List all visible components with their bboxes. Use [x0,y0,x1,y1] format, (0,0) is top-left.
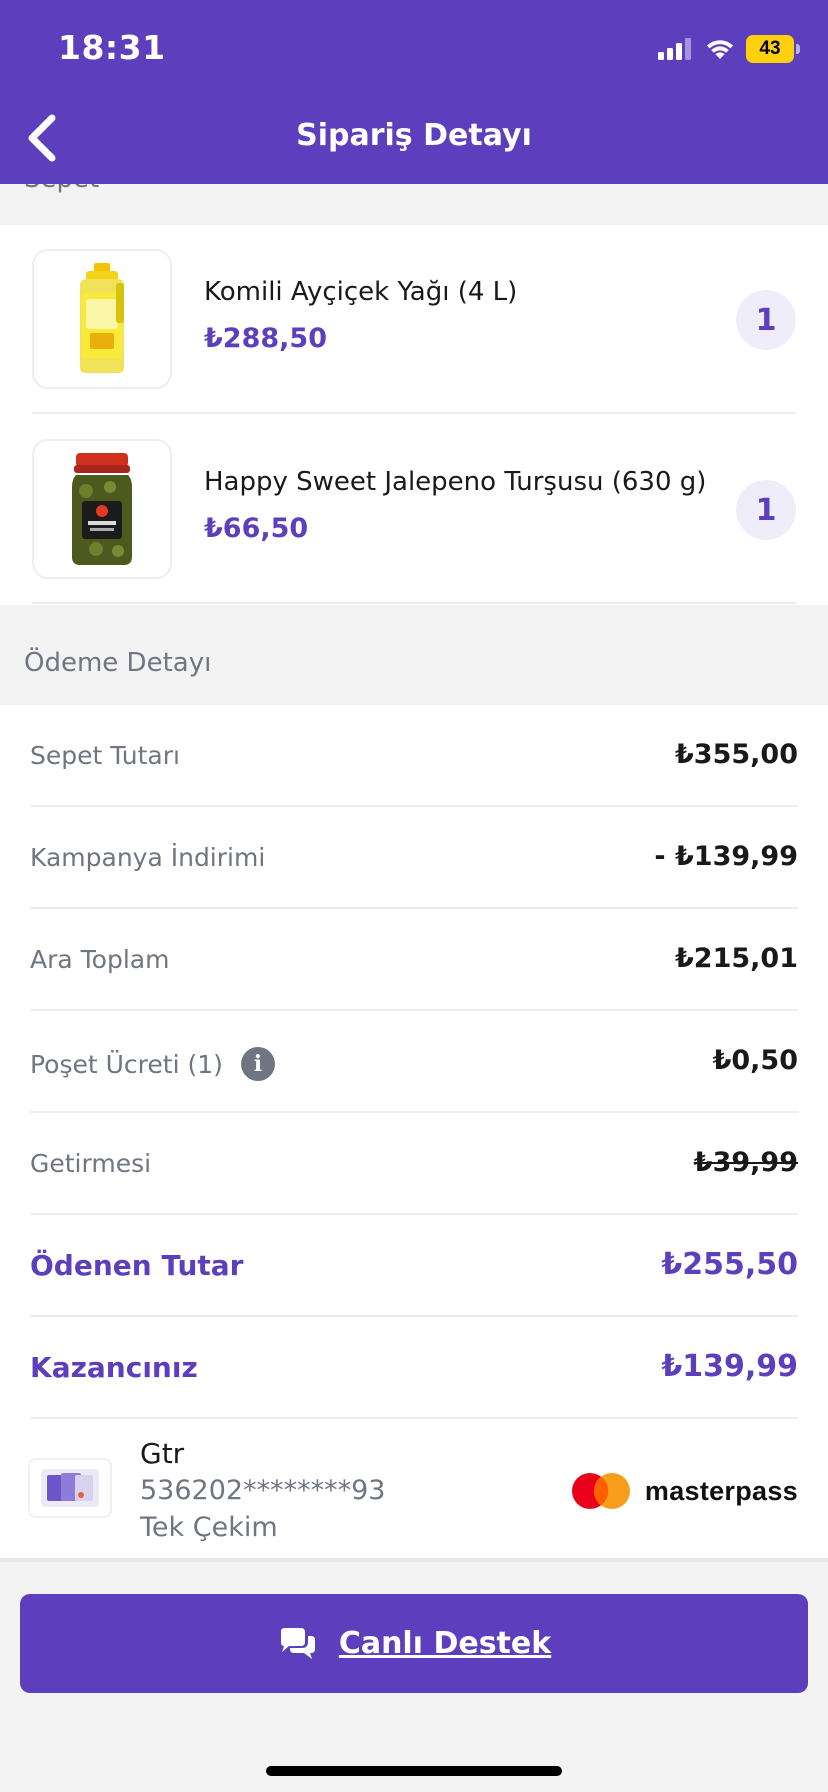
installment-type: Tek Çekim [140,1512,278,1543]
home-indicator[interactable] [266,1766,562,1776]
basket-total-row: Sepet Tutarı ₺355,00 [30,705,798,807]
product-name: Komili Ayçiçek Yağı (4 L) [204,277,518,307]
status-time: 18:31 [58,28,166,67]
info-icon[interactable]: i [240,1047,275,1081]
mastercard-icon [571,1473,630,1509]
row-value: ₺255,50 [661,1247,798,1282]
campaign-discount-row: Kampanya İndirimi - ₺139,99 [30,807,798,909]
row-value: ₺215,01 [675,943,798,974]
masterpass-text: masterpass [644,1475,798,1506]
product-image [32,249,172,389]
quantity-badge: 1 [736,480,796,540]
row-label: Kampanya İndirimi [30,843,266,872]
card-name: Gtr [140,1437,185,1470]
savings-row: Kazancınız ₺139,99 [30,1317,798,1419]
delivery-fee-row: Getirmesi ₺39,99 [30,1113,798,1215]
row-label: Getirmesi [30,1149,152,1178]
payment-method: Gtr 536202********93 Tek Çekim masterpas… [0,1417,828,1557]
cart-item[interactable]: Happy Sweet Jalepeno Turşusu (630 g) ₺66… [0,415,828,605]
pickle-jar-icon [72,453,132,565]
row-value: ₺139,99 [661,1349,798,1384]
app-header: 18:31 43 Sipariş Detayı [0,0,828,184]
row-label: Sepet Tutarı [30,741,180,770]
wifi-icon [707,40,733,59]
paid-amount-row: Ödenen Tutar ₺255,50 [30,1215,798,1317]
live-support-label: Canlı Destek [338,1626,552,1661]
product-image [32,439,172,579]
product-name: Happy Sweet Jalepeno Turşusu (630 g) [204,467,707,497]
card-number: 536202********93 [140,1475,386,1506]
battery-indicator: 43 [746,35,800,63]
row-label: Kazancınız [30,1351,198,1384]
row-label: Poşet Ücreti (1) i [30,1047,275,1081]
oil-bottle-icon [80,263,124,373]
divider [0,1558,828,1562]
signal-icon [658,38,691,60]
payment-section-label: Ödeme Detayı [24,648,212,678]
live-support-button[interactable]: Canlı Destek [20,1594,808,1693]
product-price: ₺66,50 [204,513,309,544]
battery-level: 43 [759,38,781,59]
row-label: Ara Toplam [30,945,170,974]
masterpass-logo: masterpass [569,1471,798,1511]
bag-fee-label: Poşet Ücreti (1) [30,1049,223,1079]
row-value: ₺39,99 [693,1147,798,1178]
row-value: - ₺139,99 [654,841,798,872]
card-image [30,1460,110,1516]
product-price: ₺288,50 [204,323,327,354]
credit-card-icon [41,1469,99,1507]
cart-card: Komili Ayçiçek Yağı (4 L) ₺288,50 1 Happ… [0,225,828,605]
quantity-badge: 1 [736,290,796,350]
divider [32,412,796,414]
chat-bubbles-icon [280,1627,315,1659]
row-value: ₺0,50 [712,1045,798,1076]
divider [32,602,796,604]
subtotal-row: Ara Toplam ₺215,01 [30,909,798,1011]
page-title: Sipariş Detayı [296,118,532,153]
cart-item[interactable]: Komili Ayçiçek Yağı (4 L) ₺288,50 1 [0,225,828,415]
row-value: ₺355,00 [675,739,798,770]
status-icons: 43 [658,34,800,64]
bag-fee-row: Poşet Ücreti (1) i ₺0,50 [30,1011,798,1113]
row-label: Ödenen Tutar [30,1249,244,1282]
